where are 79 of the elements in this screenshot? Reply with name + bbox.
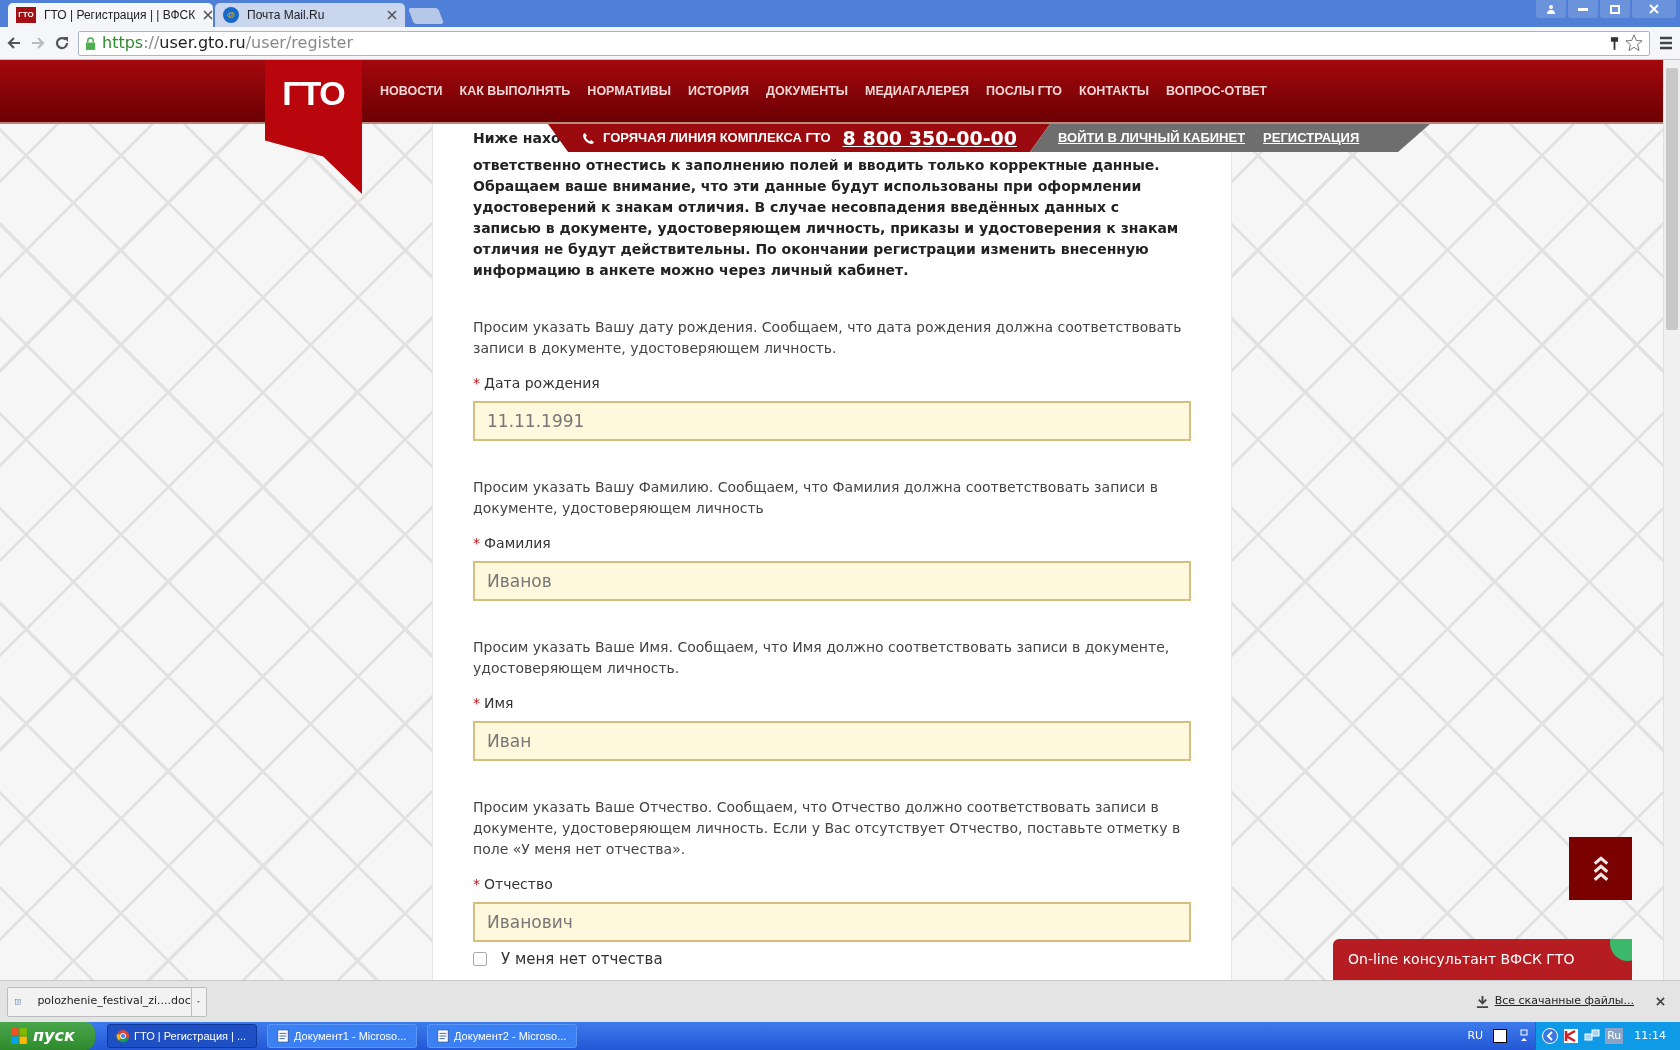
text-field[interactable]: Иванов (473, 561, 1191, 601)
nav-link[interactable]: НОВОСТИ (380, 81, 443, 101)
nav-link[interactable]: ВОПРОС-ОТВЕТ (1166, 81, 1267, 101)
required-mark: * (473, 875, 480, 894)
minimize-button[interactable] (1568, 0, 1598, 18)
nav-link[interactable]: КАК ВЫПОЛНЯТЬ (459, 81, 571, 101)
tab-title: Почта Mail.Ru (247, 7, 326, 24)
scrollbar-thumb[interactable] (1666, 68, 1678, 330)
lock-icon (85, 36, 96, 50)
clock: 11:14 (1634, 1027, 1666, 1044)
taskbar-label: Документ2 - Microso... (454, 1028, 567, 1044)
scroll-top-button[interactable] (1569, 837, 1632, 900)
close-icon[interactable] (387, 10, 397, 20)
download-icon (1475, 995, 1489, 1008)
mail-favicon: @ (223, 7, 239, 23)
taskbar-label: ГТО | Регистрация | ... (134, 1028, 247, 1044)
field-hint: Просим указать Ваше Имя. Сообщаем, что Имя должно соответствовать записи в документе, удостоверяющем личность. (473, 638, 1171, 678)
antivirus-icon[interactable] (1563, 1028, 1580, 1044)
maximize-button[interactable] (1600, 0, 1630, 18)
text-field[interactable]: Иван (473, 721, 1191, 761)
taskbar-label: Документ1 - Microso... (294, 1028, 407, 1044)
field-label: Дата рождения (484, 374, 600, 393)
nav-link[interactable]: КОНТАКТЫ (1079, 81, 1150, 101)
field-label: Имя (484, 694, 514, 713)
download-item[interactable]: polozhenie_festival_zi....doc (7, 986, 207, 1017)
phone-icon (582, 131, 595, 145)
required-mark: * (473, 374, 480, 393)
language-indicator[interactable]: RU (1467, 1027, 1484, 1045)
logo: ГТО (265, 60, 362, 194)
hotline-label: ГОРЯЧАЯ ЛИНИЯ КОМПЛЕКСА ГТО (603, 129, 831, 148)
site-favicon: ГТО (16, 7, 36, 23)
close-icon (1649, 4, 1659, 14)
intro-text: ответственно отнестись к заполнению полей и вводить только корректные данные. Обращаем ваше внимание, что эти данные будут использованы при оформлении удостоверений к знакам отличия. В случае несовпадения введённых данных с записью в документе, удостоверяющем личность, приказы и удостоверения к знакам отличия не будут действительны. По окончании регистрации изменить внесенную информацию в анкете можно через личный кабинет. (473, 156, 1180, 280)
taskbar-button[interactable]: Документ2 - Microso... (427, 1024, 577, 1048)
start-button[interactable]: пуск (0, 1022, 95, 1050)
close-icon[interactable] (1656, 997, 1665, 1006)
reload-icon[interactable] (54, 35, 70, 51)
required-mark: * (473, 694, 480, 713)
tab-title: ГТО | Регистрация | | ВФСК (44, 7, 196, 24)
menu-icon[interactable] (1658, 35, 1674, 51)
checkbox-label: У меня нет отчества (501, 949, 663, 970)
text-field[interactable]: 11.11.1991 (473, 401, 1191, 441)
close-icon[interactable] (203, 10, 214, 20)
taskbar-button[interactable]: Документ1 - Microso... (267, 1024, 417, 1048)
browser-tab[interactable]: ГТО ГТО | Регистрация | | ВФСК (8, 3, 213, 27)
document-icon (276, 1029, 290, 1043)
nav-link[interactable]: НОРМАТИВЫ (587, 81, 671, 101)
field-hint: Просим указать Вашу дату рождения. Сообщаем, что дата рождения должна соответствовать записи в документе, удостоверяющем личность. (473, 318, 1183, 358)
consultant-tab[interactable]: On-line консультант ВФСК ГТО (1333, 939, 1632, 980)
user-icon[interactable] (1536, 0, 1566, 18)
field-label: Отчество (484, 875, 553, 894)
account-link[interactable]: ВОЙТИ В ЛИЧНЫЙ КАБИНЕТ (1058, 128, 1246, 148)
taskbar-button[interactable]: ГТО | Регистрация | ... (107, 1024, 257, 1048)
close-button[interactable] (1632, 0, 1676, 18)
nav-link[interactable]: ДОКУМЕНТЫ (766, 81, 849, 101)
back-icon[interactable] (6, 35, 22, 51)
account-link[interactable]: РЕГИСТРАЦИЯ (1263, 128, 1360, 148)
field-hint: Просим указать Ваше Отчество. Сообщаем, что Отчество должно соответствовать записи в документе, удостоверяющем личность. Если у Вас отсутствует Отчество, поставьте отметку в поле «У меня нет отчества». (473, 798, 1182, 859)
network-icon[interactable] (1584, 1028, 1601, 1044)
phone-link[interactable]: 8 800 350-00-00 (842, 123, 1017, 153)
browser-icon (116, 1029, 130, 1043)
checkbox[interactable] (473, 952, 487, 967)
browser-tab[interactable]: @ Почта Mail.Ru (215, 3, 405, 27)
intro-fragment: Ниже нахо (473, 129, 561, 148)
nav-link[interactable]: ПОСЛЫ ГТО (985, 81, 1062, 101)
address-bar[interactable]: https://user.gto.ru/user/register (78, 30, 1650, 56)
document-icon (436, 1029, 450, 1043)
required-mark: * (473, 534, 480, 553)
windows-logo-icon (10, 1027, 28, 1045)
field-hint: Просим указать Вашу Фамилию. Сообщаем, что Фамилия должна соответствовать записи в документе, удостоверяющем личность (473, 478, 1159, 518)
field-label: Фамилия (484, 534, 551, 553)
new-tab-button[interactable] (408, 8, 444, 24)
nav-link[interactable]: ИСТОРИЯ (688, 81, 750, 101)
star-icon[interactable] (1625, 34, 1643, 52)
url-text: https://user.gto.ru/user/register (102, 32, 353, 54)
nav-link[interactable]: МЕДИАГАЛЕРЕЯ (865, 81, 969, 101)
all-downloads-link[interactable]: Все скачанные файлы... (1494, 993, 1634, 1010)
chevrons-up-icon (1591, 854, 1610, 883)
text-field[interactable]: Иванович (473, 902, 1191, 942)
